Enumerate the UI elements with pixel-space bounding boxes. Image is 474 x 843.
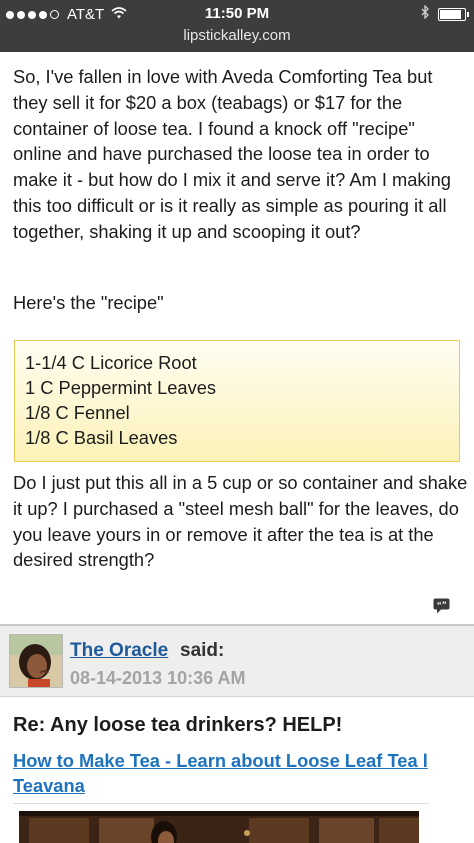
reply-title: Re: Any loose tea drinkers? HELP! — [13, 714, 343, 736]
embedded-image[interactable] — [19, 811, 419, 843]
status-time: 11:50 PM — [204, 5, 270, 22]
post-paragraph-2: Do I just put this all in a 5 cup or so … — [13, 472, 468, 571]
recipe-line: 1 C Peppermint Leaves — [25, 377, 217, 398]
said-label: said: — [180, 640, 225, 661]
recipe-line: 1/8 C Fennel — [25, 402, 130, 423]
recipe-line: 1/8 C Basil Leaves — [25, 427, 178, 448]
status-right — [421, 4, 469, 24]
divider — [13, 803, 429, 804]
avatar[interactable] — [9, 634, 63, 688]
status-bar: AT&T 11:50 PM lipstickalley.com — [0, 0, 474, 52]
quote-bubble-icon[interactable]: “ ” — [433, 598, 450, 619]
recipe-quote-box: 1-1/4 C Licorice Root 1 C Peppermint Lea… — [14, 340, 460, 462]
post-date: 08-14-2013 10:36 AM — [70, 668, 246, 688]
post-paragraph-1: So, I've fallen in love with Aveda Comfo… — [13, 66, 451, 242]
reply-author-bar: The Oracle said: 08-14-2013 10:36 AM — [0, 624, 474, 697]
svg-text:”: ” — [442, 600, 447, 610]
bluetooth-icon — [421, 4, 430, 24]
author-name-link[interactable]: The Oracle — [70, 640, 168, 662]
battery-icon — [438, 8, 469, 21]
battery-fill — [440, 10, 461, 19]
teavana-link[interactable]: How to Make Tea - Learn about Loose Leaf… — [13, 748, 468, 798]
address-bar-url[interactable]: lipstickalley.com — [0, 27, 474, 44]
recipe-line: 1-1/4 C Licorice Root — [25, 352, 197, 373]
recipe-label: Here's the "recipe" — [13, 292, 164, 313]
